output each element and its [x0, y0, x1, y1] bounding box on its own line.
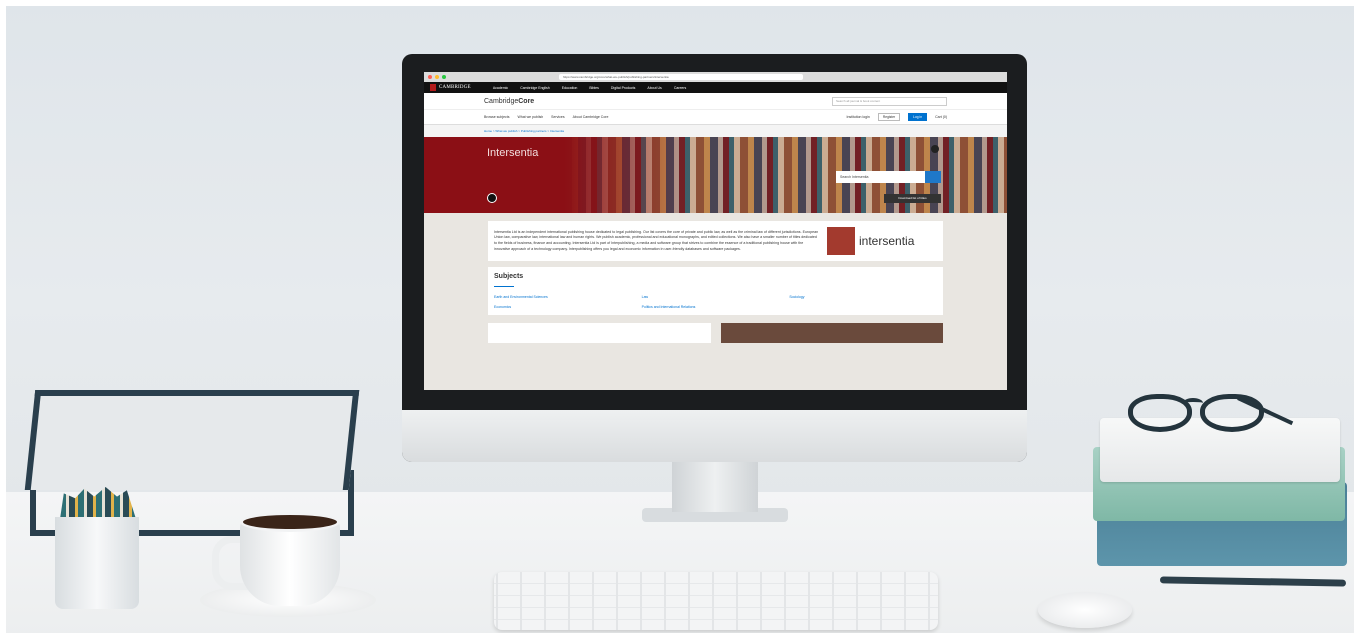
cup-nav-english[interactable]: Cambridge English	[520, 86, 550, 90]
glasses-lens-right	[1200, 394, 1264, 432]
monitor-stand	[672, 462, 758, 512]
mouse	[1038, 592, 1132, 628]
core-search-input[interactable]: Search all journal & book content	[832, 96, 947, 106]
cart-link[interactable]: Cart (0)	[935, 115, 947, 119]
page-title: Intersentia	[487, 147, 539, 159]
pencil-cup	[55, 517, 139, 609]
share-icon[interactable]	[931, 145, 939, 153]
heading-underline	[494, 286, 514, 287]
about-text: Intersentia Ltd is an independent intern…	[494, 229, 819, 251]
zoom-dot-icon[interactable]	[442, 75, 446, 79]
subjects-heading: Subjects	[494, 273, 524, 280]
subject-link[interactable]: Earth and Environmental Sciences	[494, 295, 642, 299]
search-icon[interactable]	[925, 171, 941, 183]
core-header: CambridgeCore Search all journal & book …	[424, 93, 1007, 110]
subjects-list: Earth and Environmental Sciences Law Soc…	[494, 295, 937, 309]
subjects-section: Subjects Earth and Environmental Science…	[488, 267, 943, 315]
keyboard	[494, 572, 938, 630]
breadcrumb[interactable]: Home > What we publish > Publishing part…	[424, 125, 1007, 137]
cup-nav-academic[interactable]: Academic	[493, 86, 508, 90]
cup-logo-text: CAMBRIDGE	[439, 85, 471, 90]
institution-login-link[interactable]: Institution login	[847, 115, 870, 119]
cup-nav-education[interactable]: Education	[562, 86, 578, 90]
twitter-icon[interactable]	[487, 193, 497, 203]
subject-link[interactable]: Politics and International Relations	[642, 305, 790, 309]
content-area: Intersentia Ltd is an independent intern…	[424, 213, 1007, 390]
login-button[interactable]: Log in	[908, 113, 928, 121]
cup-nav-digital[interactable]: Digital Products	[611, 86, 636, 90]
logo-square-icon	[827, 227, 855, 255]
cup-header: CAMBRIDGE Academic Cambridge English Edu…	[424, 82, 1007, 93]
logo-light-text: Cambridge	[484, 97, 519, 105]
crest-icon	[430, 84, 436, 91]
cup-nav-bibles[interactable]: Bibles	[589, 86, 599, 90]
logo-bold-text: Core	[518, 97, 535, 105]
monitor-screen: https://www.cambridge.org/core/what-we-p…	[424, 72, 1007, 390]
cup-nav-careers[interactable]: Careers	[674, 86, 686, 90]
nav-about-core[interactable]: About Cambridge Core	[573, 115, 609, 119]
lower-panels	[488, 323, 943, 343]
nav-services[interactable]: Services	[551, 115, 564, 119]
glasses-lens-left	[1128, 394, 1192, 432]
hero-fade	[564, 137, 684, 213]
close-dot-icon[interactable]	[428, 75, 432, 79]
lower-panel-left	[488, 323, 711, 343]
letter-tray	[24, 390, 360, 490]
publisher-search-input[interactable]: Search Intersentia	[836, 171, 925, 183]
browser-chrome: https://www.cambridge.org/core/what-we-p…	[424, 72, 1007, 82]
subject-link[interactable]: Sociology	[789, 295, 937, 299]
register-button[interactable]: Register	[877, 113, 901, 121]
address-bar[interactable]: https://www.cambridge.org/core/what-we-p…	[559, 74, 803, 80]
nav-what-we-publish[interactable]: What we publish	[517, 115, 543, 119]
monitor-chin	[402, 410, 1027, 462]
lower-panel-right	[720, 323, 943, 343]
about-card: Intersentia Ltd is an independent intern…	[488, 221, 943, 261]
subject-link[interactable]: Law	[642, 295, 790, 299]
download-titles-button[interactable]: Download list of titles	[884, 194, 941, 203]
hero-banner: Intersentia Search Intersentia Download …	[424, 137, 1007, 213]
intersentia-logo: intersentia	[827, 227, 937, 255]
cup-logo[interactable]: CAMBRIDGE	[430, 84, 471, 91]
minimize-dot-icon[interactable]	[435, 75, 439, 79]
main-nav: Browse subjects What we publish Services…	[424, 110, 1007, 125]
logo-word: intersentia	[859, 234, 915, 248]
cambridge-core-logo[interactable]: CambridgeCore	[484, 98, 534, 105]
publisher-search: Search Intersentia	[836, 171, 941, 183]
glasses-bridge	[1183, 398, 1203, 408]
nav-browse-subjects[interactable]: Browse subjects	[484, 115, 509, 119]
subject-link[interactable]: Economics	[494, 305, 642, 309]
coffee-surface	[240, 512, 340, 532]
cup-nav-about[interactable]: About Us	[647, 86, 661, 90]
